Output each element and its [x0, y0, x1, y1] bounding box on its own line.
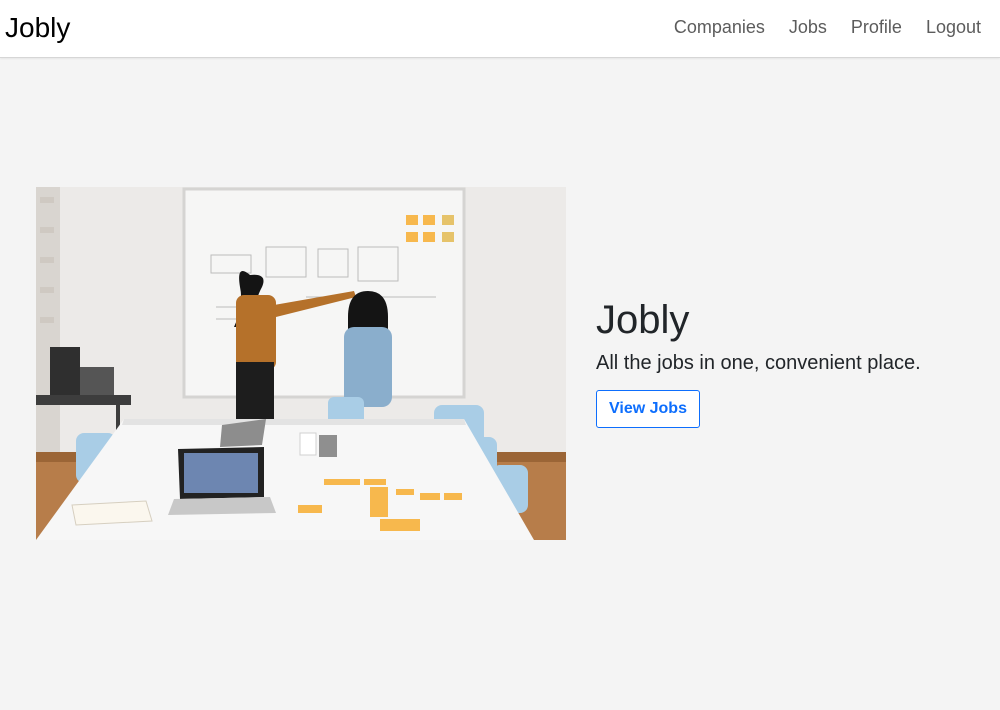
nav-link-jobs[interactable]: Jobs — [789, 16, 827, 38]
hero-image — [36, 187, 566, 540]
nav-link-logout[interactable]: Logout — [926, 16, 981, 38]
nav-link-profile[interactable]: Profile — [851, 16, 902, 38]
nav-links: Companies Jobs Profile Logout — [650, 16, 981, 38]
nav-link-companies[interactable]: Companies — [674, 16, 765, 38]
view-jobs-button[interactable]: View Jobs — [596, 390, 700, 428]
hero-text: Jobly All the jobs in one, convenient pl… — [596, 296, 986, 428]
hero-subtitle: All the jobs in one, convenient place. — [596, 352, 921, 374]
hero-title: Jobly — [596, 298, 690, 342]
brand-logo-link[interactable]: Jobly — [5, 12, 70, 44]
navbar: Jobly Companies Jobs Profile Logout — [0, 0, 1000, 58]
